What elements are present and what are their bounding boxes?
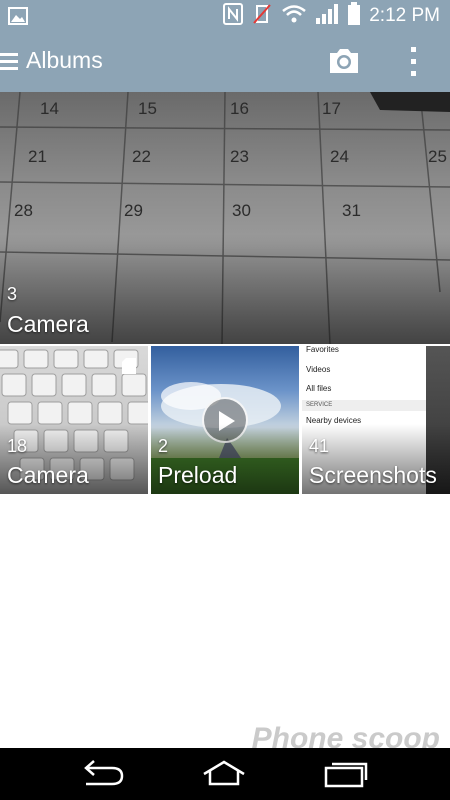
back-icon[interactable] bbox=[78, 758, 126, 790]
svg-text:17: 17 bbox=[322, 99, 341, 118]
svg-text:22: 22 bbox=[132, 147, 151, 166]
recents-icon[interactable] bbox=[322, 758, 370, 790]
album-count: 3 bbox=[7, 284, 18, 304]
wifi-icon bbox=[281, 4, 307, 29]
svg-text:24: 24 bbox=[330, 147, 349, 166]
menu-icon[interactable] bbox=[0, 50, 20, 74]
vibrate-off-icon bbox=[251, 3, 273, 30]
action-bar: Albums bbox=[0, 32, 450, 92]
battery-icon bbox=[347, 1, 361, 31]
album-count: 41 bbox=[309, 436, 330, 456]
navigation-bar bbox=[0, 748, 450, 800]
svg-text:21: 21 bbox=[28, 147, 47, 166]
album-name: Screenshots bbox=[309, 462, 437, 488]
nfc-icon bbox=[223, 2, 244, 30]
preview-item: All files bbox=[306, 384, 332, 393]
album-name: Camera bbox=[7, 462, 89, 488]
page-title[interactable]: Albums bbox=[26, 47, 103, 74]
status-icons: 2:12 PM bbox=[223, 1, 440, 31]
preview-item: Videos bbox=[306, 365, 331, 374]
svg-text:16: 16 bbox=[230, 99, 249, 118]
status-bar: 2:12 PM bbox=[0, 0, 450, 32]
album-name: Preload bbox=[158, 462, 238, 488]
svg-text:29: 29 bbox=[124, 201, 143, 220]
clock: 2:12 PM bbox=[369, 5, 440, 26]
album-count: 2 bbox=[158, 436, 169, 456]
svg-text:23: 23 bbox=[230, 147, 249, 166]
camera-icon[interactable] bbox=[327, 46, 361, 76]
svg-text:15: 15 bbox=[138, 99, 157, 118]
album-count: 18 bbox=[7, 436, 28, 456]
preview-item: Favorites bbox=[306, 346, 339, 354]
album-name: Camera bbox=[7, 311, 89, 337]
svg-text:25: 25 bbox=[428, 147, 447, 166]
preview-section-header: SERVICE bbox=[302, 400, 426, 411]
home-icon[interactable] bbox=[200, 758, 248, 790]
sd-card-icon bbox=[122, 358, 136, 374]
album-tile-camera[interactable]: 14 15 16 17 21 22 23 24 25 28 29 30 31 3 Camera bbox=[0, 92, 450, 344]
album-tile-preload[interactable]: 2 Preload bbox=[151, 346, 299, 494]
signal-icon bbox=[315, 3, 339, 30]
svg-text:28: 28 bbox=[14, 201, 33, 220]
svg-text:14: 14 bbox=[40, 99, 59, 118]
gallery-notification-icon bbox=[8, 6, 28, 26]
album-tile-screenshots[interactable]: Favorites Videos All files SERVICE Nearb… bbox=[302, 346, 450, 494]
album-tile-camera-sd[interactable]: 18 Camera bbox=[0, 346, 148, 494]
svg-text:30: 30 bbox=[232, 201, 251, 220]
svg-text:31: 31 bbox=[342, 201, 361, 220]
overflow-menu-icon[interactable] bbox=[404, 44, 424, 80]
